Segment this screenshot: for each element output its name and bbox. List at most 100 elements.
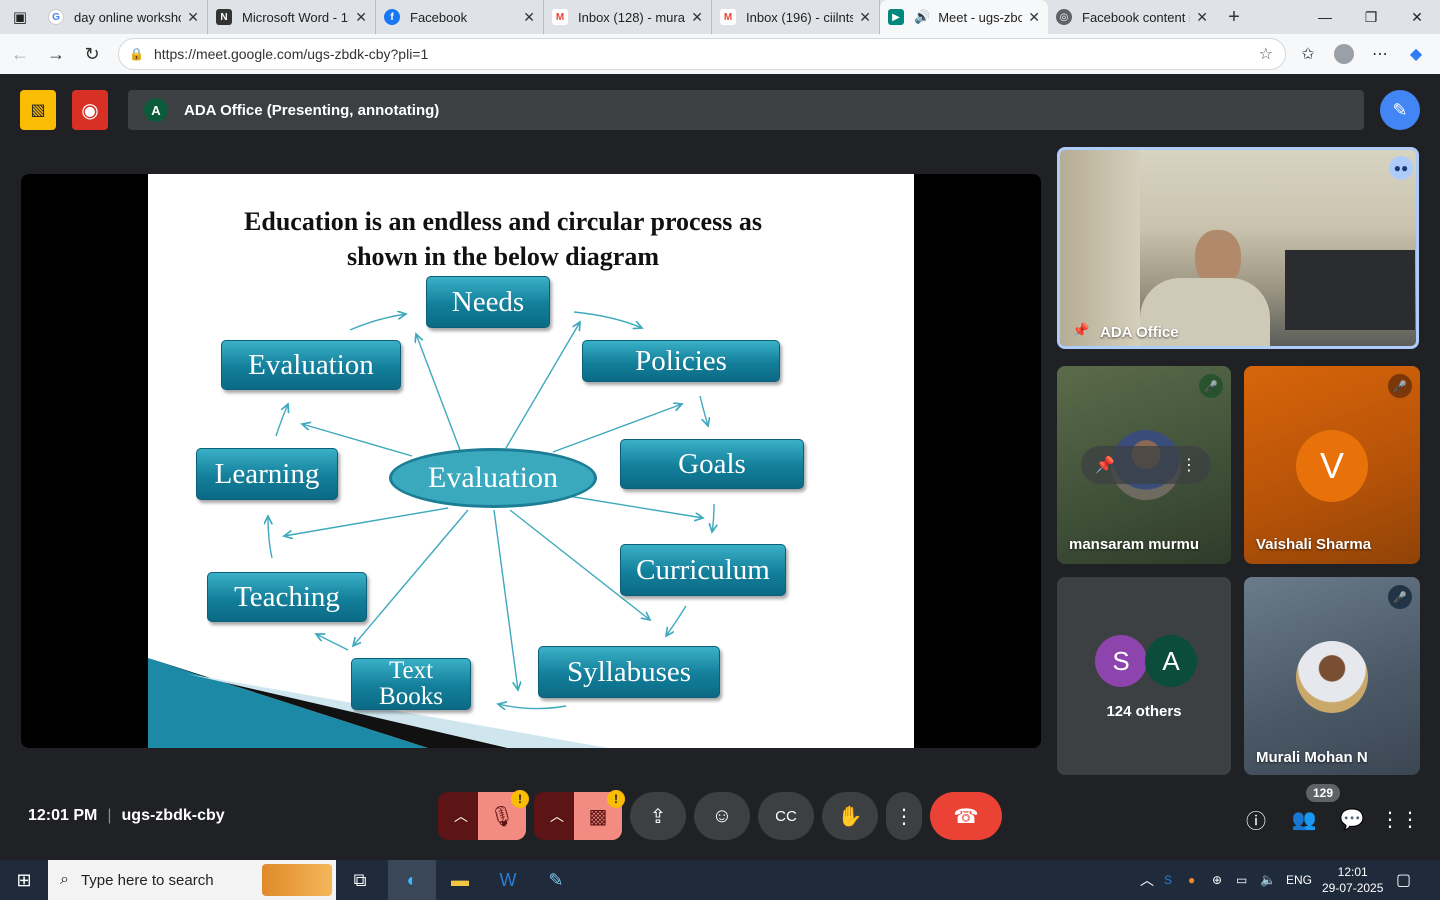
emoji-reaction-button[interactable]: ☺ [694, 792, 750, 840]
participant-tile[interactable]: 🎤 V Vaishali Sharma [1244, 366, 1420, 564]
tray-app-icon[interactable]: ● [1188, 860, 1195, 900]
mic-off-icon: 🎤 [1388, 585, 1412, 609]
forward-icon[interactable]: → [38, 36, 74, 72]
pin-icon[interactable]: 📌 [1095, 455, 1115, 475]
tray-overflow-icon[interactable]: ︿ [1140, 860, 1154, 900]
mic-off-icon: 🎤 [1199, 374, 1223, 398]
task-view-icon[interactable]: ⧉ [336, 860, 384, 900]
reload-icon[interactable]: ↻ [74, 36, 110, 72]
avatar: S [1095, 635, 1147, 687]
close-icon[interactable]: ✕ [355, 9, 367, 26]
leave-call-button[interactable]: ☎ [930, 792, 1002, 840]
meet-icon: ▶ [888, 9, 904, 25]
presenter-label: ADA Office (Presenting, annotating) [184, 101, 440, 119]
tile-hover-controls: 📌 ⋮ [1081, 446, 1211, 484]
separator: | [107, 807, 112, 824]
favorites-icon[interactable]: ✩ [1292, 38, 1324, 70]
browser-tab[interactable]: ◎ Facebook content in ✕ [1048, 0, 1216, 34]
others-tile[interactable]: S A 124 others [1057, 577, 1231, 775]
presenter-video-tile[interactable]: ●● 📌 ADA Office [1057, 147, 1419, 349]
close-icon[interactable]: ✕ [1196, 9, 1208, 26]
browser-tab[interactable]: f Facebook ✕ [376, 0, 544, 34]
speaker-icon[interactable]: 🔊 [914, 9, 930, 25]
close-icon[interactable]: ✕ [1028, 9, 1040, 26]
windows-taskbar: ⊞ ⌕ Type here to search ⧉ ◐ ▬ W ✎ ︿ S ● … [0, 860, 1440, 900]
more-menu-icon[interactable]: ⋯ [1364, 38, 1396, 70]
nts-icon: N [216, 9, 232, 25]
globe-icon: ◎ [1056, 9, 1072, 25]
close-icon[interactable]: ✕ [859, 9, 871, 26]
warning-icon: ! [607, 790, 625, 808]
volume-icon[interactable]: 🔈 [1260, 860, 1276, 900]
node-policies: Policies [582, 340, 780, 382]
participant-tile[interactable]: 🎤 📌 ⋮ mansaram murmu [1057, 366, 1231, 564]
address-bar-row: ← → ↻ 🔒 https://meet.google.com/ugs-zbdk… [0, 34, 1440, 74]
node-text-books-line: Text [388, 657, 434, 684]
raise-hand-button[interactable]: ✋ [822, 792, 878, 840]
hide-presentation-icon[interactable]: ▧ [20, 90, 56, 130]
close-window-icon[interactable]: ✕ [1394, 0, 1440, 34]
tab-title: Inbox (128) - murali [578, 9, 686, 25]
browser-tab[interactable]: M Inbox (196) - ciilntsp ✕ [712, 0, 880, 34]
browser-tab[interactable]: M Inbox (128) - murali ✕ [544, 0, 712, 34]
present-screen-button[interactable]: ⇪ [630, 792, 686, 840]
chat-icon[interactable]: 💬 [1336, 804, 1368, 834]
tray-app-icon[interactable]: ⊕ [1212, 860, 1222, 900]
meeting-details-icon[interactable]: ⓘ [1240, 804, 1272, 834]
restore-icon[interactable]: ❐ [1348, 0, 1394, 34]
network-icon[interactable]: ▭ [1236, 860, 1247, 900]
file-explorer-icon[interactable]: ▬ [436, 860, 484, 900]
participant-tile[interactable]: 🎤 Murali Mohan N [1244, 577, 1420, 775]
profile-avatar[interactable] [1328, 38, 1360, 70]
word-icon[interactable]: W [484, 860, 532, 900]
annotate-pen-icon[interactable]: ✎ [1380, 90, 1420, 130]
node-syllabuses: Syllabuses [538, 646, 720, 698]
close-icon[interactable]: ✕ [187, 9, 199, 26]
avatar: V [1296, 430, 1368, 502]
tab-actions-icon[interactable]: ▣ [0, 0, 40, 34]
site-info-icon[interactable]: 🔒 [129, 47, 144, 61]
meeting-info: 12:01 PM | ugs-zbdk-cby [28, 807, 225, 825]
meeting-code: ugs-zbdk-cby [121, 807, 225, 824]
presenter-avatar: A [144, 98, 168, 122]
tab-title: day online worksho [74, 9, 182, 25]
edge-browser-icon[interactable]: ◐ [388, 860, 436, 900]
more-options-button[interactable]: ⋮ [886, 792, 922, 840]
node-curriculum: Curriculum [620, 544, 786, 596]
browser-tab-active[interactable]: ▶ 🔊 Meet - ugs-zbc ✕ [880, 0, 1048, 34]
back-icon[interactable]: ← [2, 36, 38, 72]
close-icon[interactable]: ✕ [691, 9, 703, 26]
windows-start-icon[interactable]: ⊞ [0, 860, 48, 900]
notifications-icon[interactable]: ▢ [1396, 860, 1411, 900]
more-options-icon[interactable]: ⋮ [1181, 455, 1197, 475]
taskbar-clock[interactable]: 12:01 29-07-2025 [1322, 860, 1383, 900]
taskbar-search-field[interactable]: ⌕ Type here to search [48, 860, 336, 900]
activities-grid-icon[interactable]: ⋮⋮ [1380, 804, 1420, 834]
participant-count-badge: 129 [1306, 784, 1341, 802]
minimize-icon[interactable]: — [1302, 0, 1348, 34]
new-tab-button[interactable]: + [1216, 6, 1252, 29]
curtain-decoration [1060, 150, 1140, 346]
url-field[interactable]: 🔒 https://meet.google.com/ugs-zbdk-cby?p… [118, 38, 1286, 70]
people-icon[interactable]: 👥 [1288, 804, 1320, 834]
node-text-books-line: Books [379, 683, 443, 710]
bookmark-star-icon[interactable]: ☆ [1259, 44, 1273, 64]
tab-title: Microsoft Word - 15 [242, 9, 350, 25]
tray-app-icon[interactable]: S [1164, 860, 1172, 900]
slide-title: Education is an endless and circular pro… [148, 204, 858, 274]
slide-title-line: shown in the below diagram [346, 242, 660, 271]
shared-slide: Education is an endless and circular pro… [148, 174, 914, 748]
recording-icon[interactable]: ◉ [72, 90, 108, 130]
captions-button[interactable]: CC [758, 792, 814, 840]
notepad-icon[interactable]: ✎ [532, 860, 580, 900]
language-indicator[interactable]: ENG [1286, 860, 1312, 900]
node-learning: Learning [196, 448, 338, 500]
copilot-icon[interactable]: ◆ [1400, 38, 1432, 70]
pin-icon[interactable]: 📌 [1072, 322, 1089, 339]
browser-tab[interactable]: G day online worksho ✕ [40, 0, 208, 34]
chairs-decoration [1285, 250, 1415, 330]
close-icon[interactable]: ✕ [523, 9, 535, 26]
meeting-time: 12:01 PM [28, 807, 98, 824]
presentation-stage: Education is an endless and circular pro… [21, 174, 1041, 748]
browser-tab[interactable]: N Microsoft Word - 15 ✕ [208, 0, 376, 34]
